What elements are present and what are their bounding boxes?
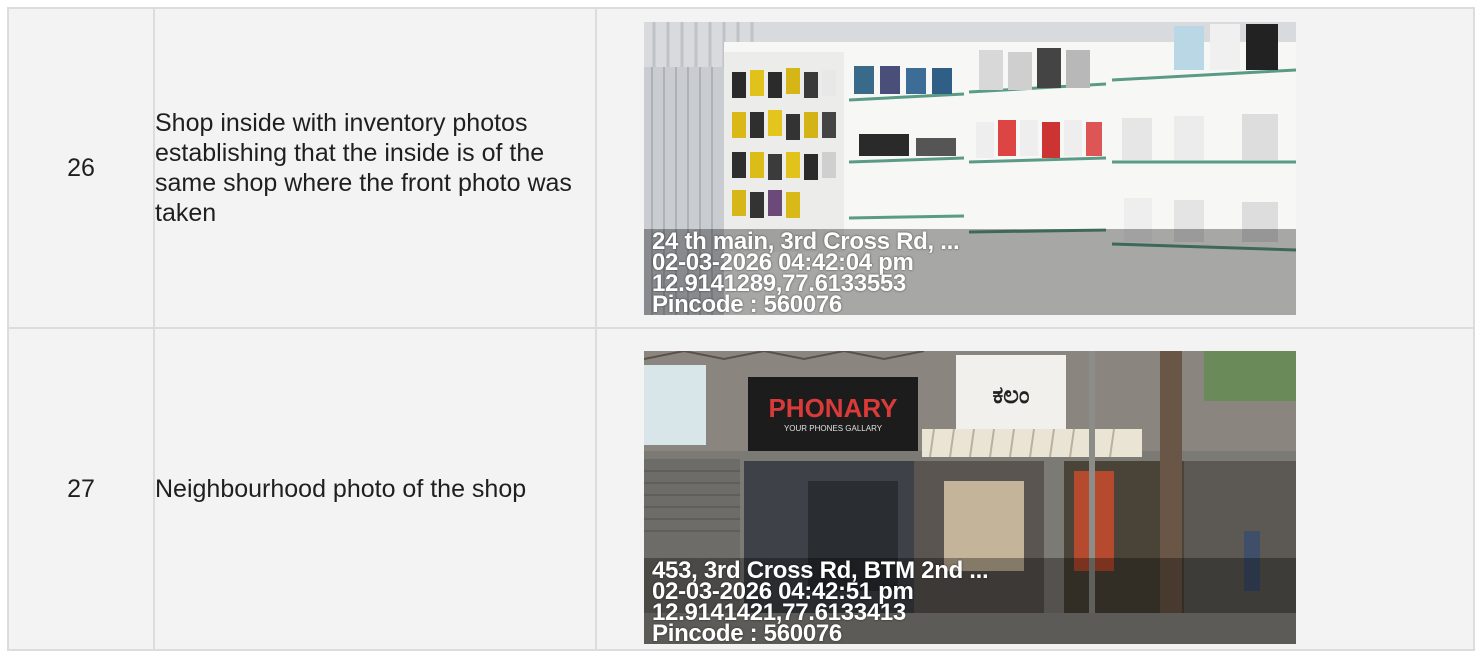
stamp-pincode: Pincode : 560076 xyxy=(652,619,842,644)
shop-interior-photo[interactable]: 24 th main, 3rd Cross Rd, ... 02-03-2026… xyxy=(644,21,1296,315)
table-row: 26 Shop inside with inventory photos est… xyxy=(7,7,1475,329)
phonary-sign-text: PHONARY xyxy=(768,393,897,423)
kalam-sign-text: ಕಲಂ xyxy=(993,381,1030,409)
row-description: Neighbourhood photo of the shop xyxy=(153,327,597,651)
evidence-table: 26 Shop inside with inventory photos est… xyxy=(7,7,1475,651)
phonary-sign-tagline: YOUR PHONES GALLARY xyxy=(784,424,883,433)
photo-geo-stamp: 453, 3rd Cross Rd, BTM 2nd ... 02-03-202… xyxy=(644,557,1296,644)
photo-geo-stamp: 24 th main, 3rd Cross Rd, ... 02-03-2026… xyxy=(644,228,1296,315)
row-description: Shop inside with inventory photos establ… xyxy=(153,7,597,329)
stamp-pincode: Pincode : 560076 xyxy=(652,290,842,315)
row-number: 27 xyxy=(7,327,155,651)
neighbourhood-photo[interactable]: PHONARY YOUR PHONES GALLARY ಕಲಂ 453, 3rd… xyxy=(644,350,1296,644)
photo-cell: 24 th main, 3rd Cross Rd, ... 02-03-2026… xyxy=(595,7,1475,329)
row-number: 26 xyxy=(7,7,155,329)
table-row: 27 Neighbourhood photo of the shop PHONA… xyxy=(7,327,1475,651)
photo-cell: PHONARY YOUR PHONES GALLARY ಕಲಂ 453, 3rd… xyxy=(595,327,1475,651)
